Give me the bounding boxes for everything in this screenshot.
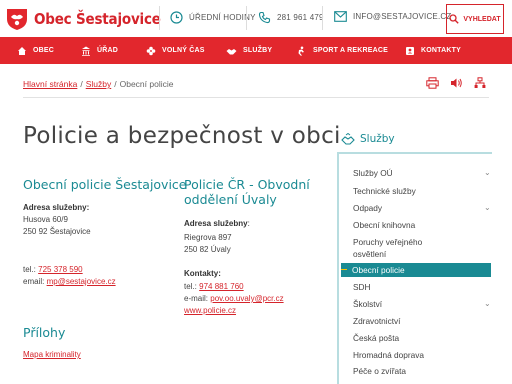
email-link[interactable]: INFO@SESTAJOVICE.CZ xyxy=(334,11,451,22)
municipal-police-heading: Obecní policie Šestajovice xyxy=(23,177,187,192)
envelope-icon xyxy=(334,11,347,22)
state-address-label: Adresa služebny: xyxy=(184,219,250,228)
sidebar-item-pece-o-zvirata[interactable]: Péče o zvířata xyxy=(353,366,406,378)
flower-icon xyxy=(146,46,156,55)
chevron-down-icon[interactable]: ⌄ xyxy=(484,168,491,177)
chevron-down-icon[interactable]: ⌄ xyxy=(484,299,491,308)
nav-label: SPORT A REKREACE xyxy=(313,47,389,54)
sidebar-item-obecni-policie[interactable]: Obecní policie xyxy=(341,263,491,277)
state-phone-link[interactable]: 974 881 760 xyxy=(199,282,244,291)
house-icon xyxy=(18,46,26,55)
sidebar-item-zdravotnictvi[interactable]: Zdravotnictví xyxy=(353,316,401,328)
sidebar-item-sluzby-ou[interactable]: Služby OÚ xyxy=(353,168,393,180)
breadcrumb-services[interactable]: Služby xyxy=(86,79,112,89)
sport-icon xyxy=(298,46,304,56)
chevron-down-icon[interactable]: ⌄ xyxy=(484,203,491,212)
sidebar-header: Služby xyxy=(341,127,491,151)
municipal-address-line1: Husova 60/9 xyxy=(23,215,68,224)
email-address: INFO@SESTAJOVICE.CZ xyxy=(353,12,452,21)
read-aloud-button[interactable] xyxy=(450,77,463,89)
search-icon xyxy=(449,14,460,24)
municipal-address-label: Adresa služebny: xyxy=(23,203,90,212)
state-web-link[interactable]: www.policie.cz xyxy=(184,306,236,315)
header-divider xyxy=(159,6,160,30)
sidebar-item-sdh[interactable]: SDH xyxy=(353,282,371,294)
hands-icon xyxy=(226,48,237,54)
nav-item-volny-cas[interactable]: VOLNÝ ČAS xyxy=(146,37,205,64)
state-address-line2: 250 82 Úvaly xyxy=(184,245,231,254)
attachments-heading: Přílohy xyxy=(23,325,66,340)
municipal-email-row: email: mp@sestajovice.cz xyxy=(23,277,116,286)
state-email-link[interactable]: pov.oo.uvaly@pcr.cz xyxy=(210,294,283,303)
phone-number: 281 961 479 xyxy=(277,13,324,22)
nav-item-urad[interactable]: ÚŘAD xyxy=(81,37,118,64)
print-button[interactable] xyxy=(426,77,439,89)
header-divider xyxy=(322,6,323,30)
municipal-phone-row: tel.: 725 378 590 xyxy=(23,265,83,274)
crime-map-link[interactable]: Mapa kriminality xyxy=(23,350,81,359)
building-icon xyxy=(82,46,90,56)
speaker-icon xyxy=(451,78,462,88)
sidebar-item-odpady[interactable]: Odpady xyxy=(353,203,382,215)
nav-label: VOLNÝ ČAS xyxy=(162,47,205,54)
sidebar-item-technicke-sluzby[interactable]: Technické služby xyxy=(353,186,416,198)
sidebar-item-ceska-posta[interactable]: Česká pošta xyxy=(353,333,399,345)
sidebar-item-poruchy[interactable]: Poruchy veřejného xyxy=(353,237,422,249)
nav-label: SLUŽBY xyxy=(243,47,273,54)
phone-link[interactable]: 281 961 479 xyxy=(258,11,324,24)
coat-of-arms-icon xyxy=(7,9,27,30)
page-title: Policie a bezpečnost v obci xyxy=(23,123,341,149)
phone-icon xyxy=(258,11,271,24)
logo-text: Obec Šestajovice xyxy=(34,10,161,28)
main-navigation: OBEC ÚŘAD VOLNÝ ČAS SLUŽBY SPORT A REKRE… xyxy=(0,37,512,64)
office-hours-link[interactable]: ÚŘEDNÍ HODINY xyxy=(170,11,256,24)
breadcrumb-home[interactable]: Hlavní stránka xyxy=(23,79,77,89)
nav-label: KONTAKTY xyxy=(421,47,461,54)
hands-icon xyxy=(341,133,355,145)
sitemap-button[interactable] xyxy=(474,77,486,89)
page-tools xyxy=(415,77,486,89)
contact-icon xyxy=(406,46,414,55)
nav-label: ÚŘAD xyxy=(97,47,119,54)
breadcrumb-current: Obecní policie xyxy=(119,79,174,89)
printer-icon xyxy=(426,77,439,89)
breadcrumb: Hlavní stránka / Služby / Obecní policie xyxy=(23,79,174,89)
sidebar-item-hromadna-doprava[interactable]: Hromadná doprava xyxy=(353,350,424,362)
search-button[interactable]: VYHLEDAT xyxy=(446,4,504,34)
site-logo[interactable]: Obec Šestajovice xyxy=(6,7,161,31)
municipal-address-line2: 250 92 Šestajovice xyxy=(23,227,91,236)
sidebar-item-skolstvi[interactable]: Školství xyxy=(353,299,382,311)
nav-item-obec[interactable]: OBEC xyxy=(17,37,54,64)
search-label: VYHLEDAT xyxy=(463,15,501,23)
clock-icon xyxy=(170,11,183,24)
nav-item-sluzby[interactable]: SLUŽBY xyxy=(226,37,272,64)
state-web-row: www.policie.cz xyxy=(184,305,236,317)
sidebar-item-knihovna[interactable]: Obecní knihovna xyxy=(353,220,415,232)
state-email-row: e-mail: pov.oo.uvaly@pcr.cz xyxy=(184,294,284,303)
nav-item-sport[interactable]: SPORT A REKREACE xyxy=(296,37,388,64)
nav-label: OBEC xyxy=(33,47,55,54)
state-contacts-label: Kontakty: xyxy=(184,269,221,278)
state-phone-row: tel.: 974 881 760 xyxy=(184,282,244,291)
state-address-line1: Riegrova 897 xyxy=(184,233,232,242)
nav-item-kontakty[interactable]: KONTAKTY xyxy=(405,37,461,64)
top-header: Obec Šestajovice ÚŘEDNÍ HODINY 281 961 4… xyxy=(0,0,512,37)
municipal-phone-link[interactable]: 725 378 590 xyxy=(38,265,83,274)
sidebar-item-poruchy-line2[interactable]: osvětlení xyxy=(353,249,386,261)
breadcrumb-divider xyxy=(23,97,489,98)
sidebar-title: Služby xyxy=(360,133,395,145)
state-police-heading: Policie ČR - Obvodní oddělení Úvaly xyxy=(184,177,310,207)
attachment-row: Mapa kriminality xyxy=(23,349,81,361)
municipal-email-link[interactable]: mp@sestajovice.cz xyxy=(47,277,116,286)
header-divider xyxy=(246,6,247,30)
sitemap-icon xyxy=(474,77,486,88)
